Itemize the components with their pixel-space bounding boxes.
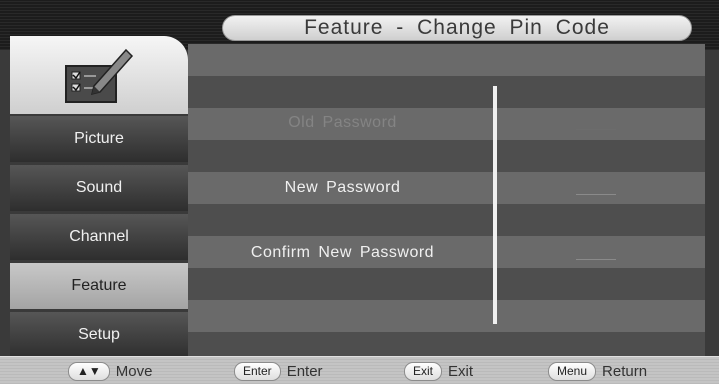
key-hint-bar: ▲▼ Move Enter Enter Exit Exit Menu Retur… — [0, 356, 719, 384]
sidebar-menu: Picture Sound Channel Feature Setup — [10, 116, 188, 361]
hint-enter-label: Enter — [286, 362, 323, 380]
move-key-icon: ▲▼ — [68, 361, 110, 381]
sidebar-item-sound[interactable]: Sound — [10, 165, 188, 211]
exit-key-icon: Exit — [404, 361, 443, 381]
hint-enter: Enter Enter — [234, 360, 323, 382]
page-title: Feature - Change Pin Code — [222, 15, 692, 41]
content-panel — [188, 44, 705, 356]
row-stripe — [188, 140, 705, 172]
hint-menu-label: Return — [602, 362, 648, 380]
row-stripe — [188, 300, 705, 332]
sidebar-item-channel[interactable]: Channel — [10, 214, 188, 260]
new-password-label: New Password — [284, 179, 401, 196]
hint-exit: Exit Exit — [404, 360, 473, 382]
row-stripe — [188, 332, 705, 356]
confirm-password-label: Confirm New Password — [250, 244, 435, 261]
row-stripe — [188, 76, 705, 108]
row-stripe — [188, 268, 705, 300]
feature-logo-tile — [10, 36, 188, 114]
hint-move: ▲▼ Move — [68, 360, 152, 382]
old-password-field[interactable] — [576, 129, 616, 130]
hint-exit-label: Exit — [448, 362, 474, 380]
hint-move-label: Move — [115, 362, 153, 380]
sidebar-item-picture[interactable]: Picture — [10, 116, 188, 162]
row-stripe — [188, 204, 705, 236]
new-password-field[interactable] — [576, 194, 616, 195]
old-password-label: Old Password — [288, 114, 397, 131]
sidebar-item-feature[interactable]: Feature — [10, 263, 188, 309]
enter-key-icon: Enter — [234, 361, 281, 381]
menu-key-icon: Menu — [548, 361, 597, 381]
sidebar-item-setup[interactable]: Setup — [10, 312, 188, 358]
row-stripe — [188, 44, 705, 76]
confirm-password-field[interactable] — [576, 259, 616, 260]
checklist-pencil-icon — [65, 48, 134, 103]
hint-menu: Menu Return — [548, 360, 647, 382]
